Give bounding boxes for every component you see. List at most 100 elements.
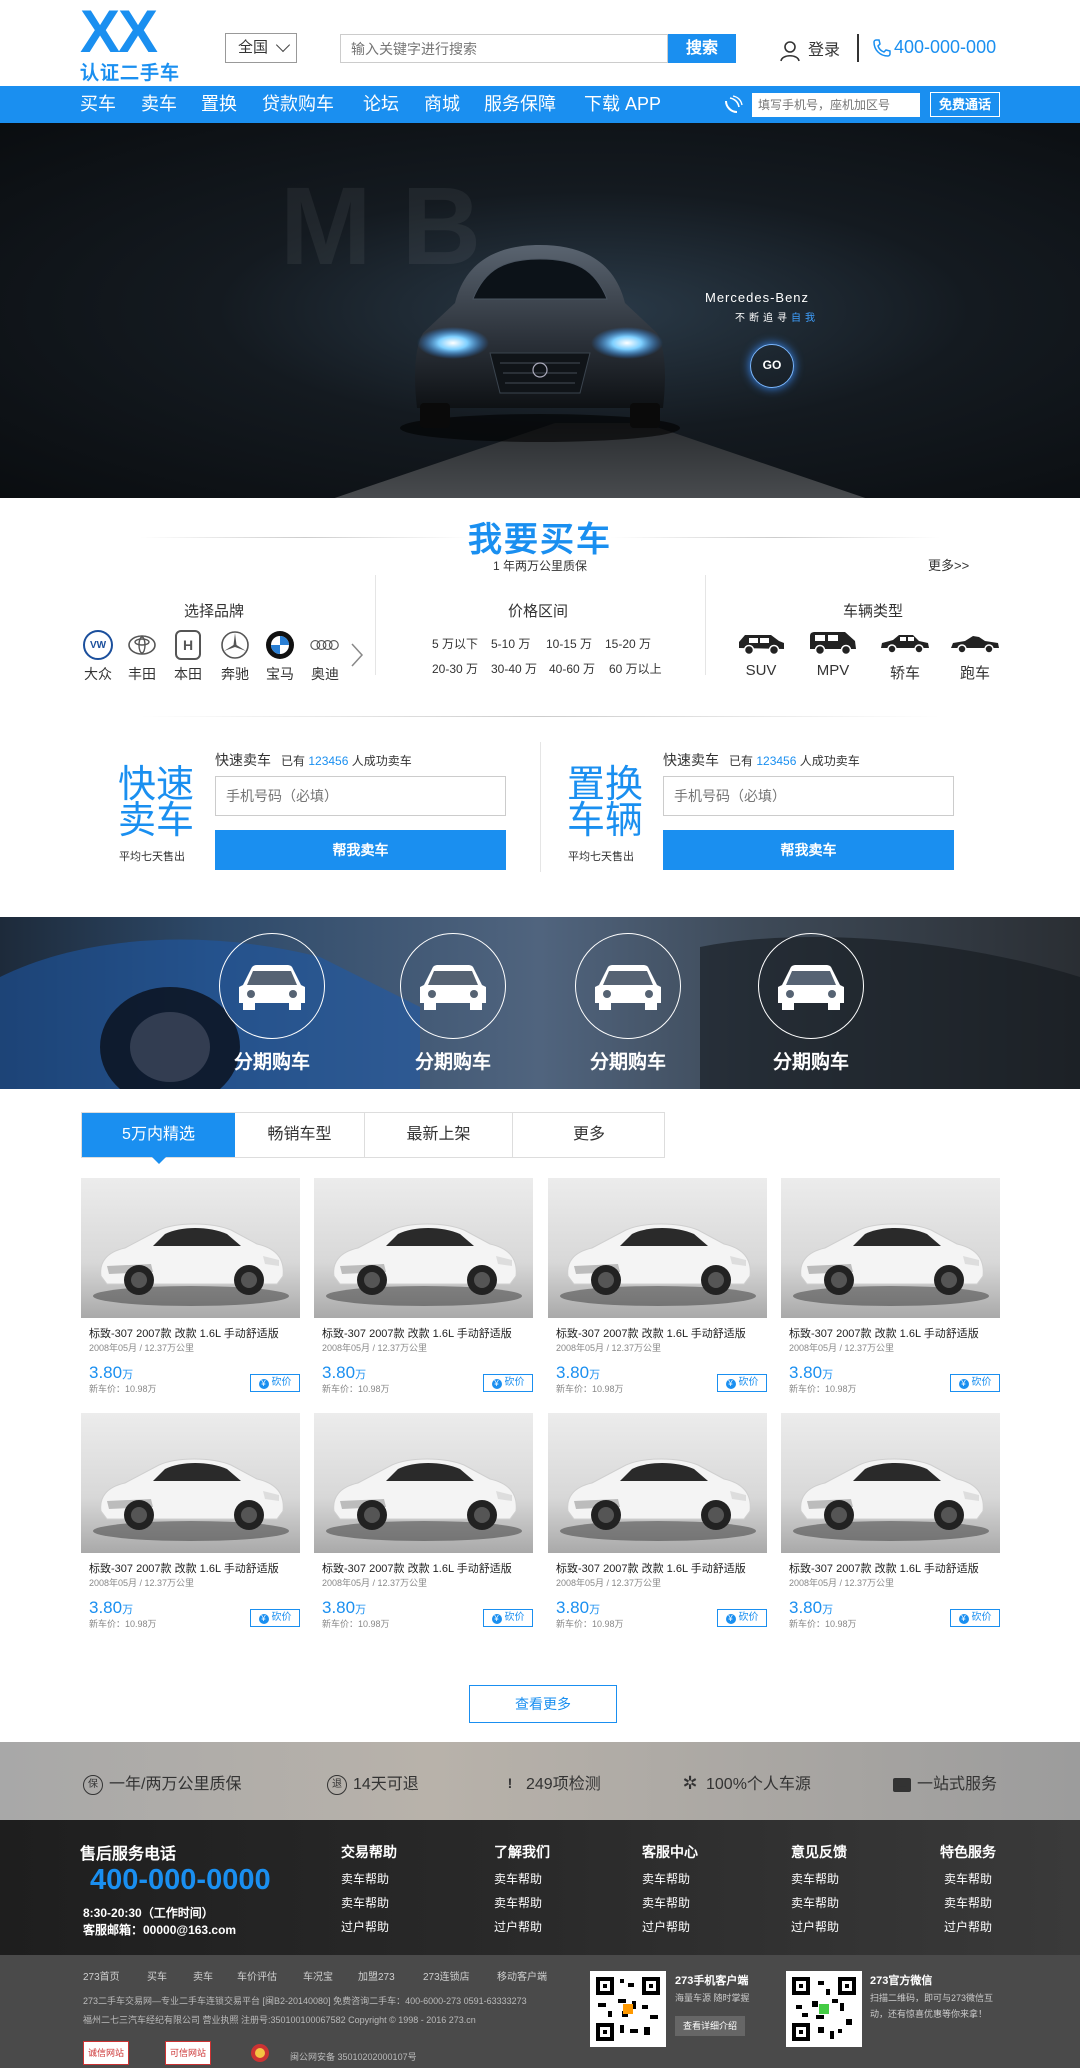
nav-item-buy[interactable]: 买车 bbox=[80, 86, 116, 123]
installment-item[interactable]: 分期购车 bbox=[756, 933, 866, 1074]
cartype-suv[interactable]: SUV bbox=[731, 630, 791, 679]
search-input[interactable] bbox=[340, 34, 668, 63]
price-option[interactable]: 20-30 万 bbox=[432, 660, 478, 677]
listing-card[interactable]: 标致-307 2007款 改款 1.6L 手动舒适版 2008年05月 / 12.… bbox=[781, 1413, 1000, 1638]
car-photo[interactable] bbox=[548, 1178, 767, 1318]
bargain-button[interactable]: ¥ 砍价 bbox=[250, 1374, 300, 1392]
brand-bmw[interactable]: 宝马 bbox=[260, 630, 300, 684]
listing-title[interactable]: 标致-307 2007款 改款 1.6L 手动舒适版 bbox=[789, 1560, 979, 1576]
region-select[interactable]: 全国 bbox=[225, 33, 297, 63]
car-photo[interactable] bbox=[81, 1413, 300, 1553]
search-button[interactable]: 搜索 bbox=[668, 34, 736, 63]
listing-card[interactable]: 标致-307 2007款 改款 1.6L 手动舒适版 2008年05月 / 12.… bbox=[314, 1413, 533, 1638]
callback-phone-input[interactable] bbox=[752, 93, 920, 117]
nav-item-loan[interactable]: 贷款购车 bbox=[262, 86, 334, 123]
view-more-button[interactable]: 查看更多 bbox=[469, 1685, 617, 1723]
tab-bestsellers[interactable]: 畅销车型 bbox=[235, 1113, 364, 1157]
credit-badge[interactable]: 诚信网站 bbox=[83, 2041, 130, 2065]
trust-badge[interactable]: 可信网站 bbox=[165, 2041, 212, 2065]
listing-title[interactable]: 标致-307 2007款 改款 1.6L 手动舒适版 bbox=[89, 1325, 279, 1341]
price-option[interactable]: 5 万以下 bbox=[432, 635, 478, 652]
car-photo[interactable] bbox=[314, 1178, 533, 1318]
footer-link[interactable]: 过户帮助 bbox=[341, 1918, 389, 1935]
brand-honda[interactable]: H 本田 bbox=[168, 630, 208, 684]
cartype-mpv[interactable]: MPV bbox=[803, 630, 863, 679]
banner-go-button[interactable]: GO bbox=[750, 344, 794, 388]
police-record[interactable]: 闽公网安备 35010202000107号 bbox=[290, 2050, 417, 2063]
listing-card[interactable]: 标致-307 2007款 改款 1.6L 手动舒适版 2008年05月 / 12.… bbox=[81, 1178, 300, 1403]
listing-card[interactable]: 标致-307 2007款 改款 1.6L 手动舒适版 2008年05月 / 12.… bbox=[81, 1413, 300, 1638]
price-option[interactable]: 40-60 万 bbox=[549, 660, 595, 677]
footer-link[interactable]: 过户帮助 bbox=[642, 1918, 690, 1935]
footer-link[interactable]: 卖车帮助 bbox=[791, 1894, 839, 1911]
quick-sell-phone-input[interactable] bbox=[215, 776, 506, 816]
car-photo[interactable] bbox=[314, 1413, 533, 1553]
footer-link[interactable]: 卖车帮助 bbox=[791, 1870, 839, 1887]
footer-link[interactable]: 卖车帮助 bbox=[341, 1870, 389, 1887]
cartype-sports[interactable]: 跑车 bbox=[945, 630, 1005, 683]
listing-title[interactable]: 标致-307 2007款 改款 1.6L 手动舒适版 bbox=[322, 1560, 512, 1576]
listing-title[interactable]: 标致-307 2007款 改款 1.6L 手动舒适版 bbox=[322, 1325, 512, 1341]
chevron-right-icon[interactable] bbox=[350, 642, 364, 668]
listing-card[interactable]: 标致-307 2007款 改款 1.6L 手动舒适版 2008年05月 / 12.… bbox=[314, 1178, 533, 1403]
cartype-sedan[interactable]: 轿车 bbox=[875, 630, 935, 683]
listing-card[interactable]: 标致-307 2007款 改款 1.6L 手动舒适版 2008年05月 / 12.… bbox=[781, 1178, 1000, 1403]
price-option[interactable]: 15-20 万 bbox=[605, 635, 651, 652]
listing-title[interactable]: 标致-307 2007款 改款 1.6L 手动舒适版 bbox=[89, 1560, 279, 1576]
listing-title[interactable]: 标致-307 2007款 改款 1.6L 手动舒适版 bbox=[556, 1325, 746, 1341]
installment-item[interactable]: 分期购车 bbox=[573, 933, 683, 1074]
footer-link[interactable]: 卖车帮助 bbox=[494, 1894, 542, 1911]
bargain-button[interactable]: ¥ 砍价 bbox=[483, 1374, 533, 1392]
listing-card[interactable]: 标致-307 2007款 改款 1.6L 手动舒适版 2008年05月 / 12.… bbox=[548, 1413, 767, 1638]
bottom-link[interactable]: 车价评估 bbox=[237, 1968, 277, 1983]
app-detail-button[interactable]: 查看详细介绍 bbox=[675, 2016, 745, 2036]
footer-link[interactable]: 卖车帮助 bbox=[944, 1894, 992, 1911]
app-qr-code[interactable] bbox=[590, 1971, 666, 2047]
bottom-link[interactable]: 车况宝 bbox=[303, 1968, 333, 1983]
nav-item-trade-in[interactable]: 置换 bbox=[201, 86, 237, 123]
footer-link[interactable]: 过户帮助 bbox=[944, 1918, 992, 1935]
price-option[interactable]: 60 万以上 bbox=[609, 660, 662, 677]
nav-item-app[interactable]: 下载 APP bbox=[584, 86, 661, 123]
quick-sell-button[interactable]: 帮我卖车 bbox=[215, 830, 506, 870]
login-link[interactable]: 登录 bbox=[778, 36, 840, 63]
price-option[interactable]: 10-15 万 bbox=[546, 635, 592, 652]
bottom-link[interactable]: 卖车 bbox=[193, 1968, 213, 1983]
hotline[interactable]: 400-000-000 bbox=[872, 37, 996, 58]
footer-link[interactable]: 卖车帮助 bbox=[642, 1870, 690, 1887]
footer-link[interactable]: 卖车帮助 bbox=[944, 1870, 992, 1887]
installment-item[interactable]: 分期购车 bbox=[217, 933, 327, 1074]
bargain-button[interactable]: ¥ 砍价 bbox=[950, 1609, 1000, 1627]
car-photo[interactable] bbox=[548, 1413, 767, 1553]
tab-new-arrivals[interactable]: 最新上架 bbox=[365, 1113, 512, 1157]
nav-item-forum[interactable]: 论坛 bbox=[363, 86, 399, 123]
service-email[interactable]: 客服邮箱：00000@163.com bbox=[83, 1921, 236, 1938]
buy-more-link[interactable]: 更多>> bbox=[928, 555, 969, 574]
tab-more[interactable]: 更多 bbox=[513, 1113, 665, 1157]
bottom-link[interactable]: 273首页 bbox=[83, 1968, 120, 1983]
hero-banner[interactable]: MB Mercedes-Benz 不断追寻自我 GO bbox=[0, 123, 1080, 498]
bottom-link[interactable]: 273连锁店 bbox=[423, 1968, 470, 1983]
bottom-link[interactable]: 加盟273 bbox=[358, 1968, 395, 1983]
footer-link[interactable]: 卖车帮助 bbox=[494, 1870, 542, 1887]
brand-benz[interactable]: 奔驰 bbox=[215, 630, 255, 684]
nav-item-mall[interactable]: 商城 bbox=[424, 86, 460, 123]
brand-audi[interactable]: 奥迪 bbox=[305, 630, 345, 684]
price-option[interactable]: 30-40 万 bbox=[491, 660, 537, 677]
bottom-link[interactable]: 移动客户端 bbox=[497, 1968, 547, 1983]
wechat-qr-code[interactable] bbox=[786, 1971, 862, 2047]
trade-in-phone-input[interactable] bbox=[663, 776, 954, 816]
footer-link[interactable]: 过户帮助 bbox=[494, 1918, 542, 1935]
installment-item[interactable]: 分期购车 bbox=[398, 933, 508, 1074]
listing-title[interactable]: 标致-307 2007款 改款 1.6L 手动舒适版 bbox=[556, 1560, 746, 1576]
bargain-button[interactable]: ¥ 砍价 bbox=[950, 1374, 1000, 1392]
nav-item-sell[interactable]: 卖车 bbox=[141, 86, 177, 123]
nav-item-service[interactable]: 服务保障 bbox=[484, 86, 556, 123]
footer-link[interactable]: 过户帮助 bbox=[791, 1918, 839, 1935]
price-option[interactable]: 5-10 万 bbox=[491, 635, 530, 652]
footer-link[interactable]: 卖车帮助 bbox=[341, 1894, 389, 1911]
trade-in-button[interactable]: 帮我卖车 bbox=[663, 830, 954, 870]
logo[interactable]: XX bbox=[80, 2, 158, 62]
bargain-button[interactable]: ¥ 砍价 bbox=[483, 1609, 533, 1627]
bargain-button[interactable]: ¥ 砍价 bbox=[250, 1609, 300, 1627]
